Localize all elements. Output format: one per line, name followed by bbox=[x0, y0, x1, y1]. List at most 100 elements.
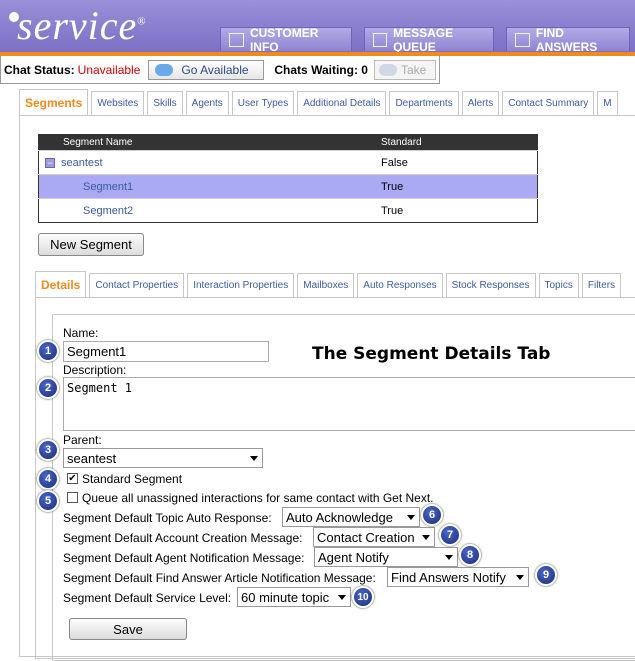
find-answer-notification-value: Find Answers Notify bbox=[391, 569, 506, 585]
segment-standard: False bbox=[381, 150, 538, 175]
account-creation-select[interactable]: Contact Creation bbox=[313, 527, 435, 547]
tab-contact-properties[interactable]: Contact Properties bbox=[89, 273, 185, 297]
tab-interaction-properties[interactable]: Interaction Properties bbox=[187, 273, 295, 297]
parent-label: Parent: bbox=[63, 433, 102, 447]
tab-alerts[interactable]: Alerts bbox=[461, 91, 500, 115]
callout-badge-9: 9 bbox=[535, 564, 557, 586]
callout-badge-2: 2 bbox=[37, 377, 59, 399]
queue-unassigned-label: Queue all unassigned interactions for sa… bbox=[82, 491, 434, 505]
iservice-logo: service® bbox=[17, 3, 147, 48]
topic-auto-response-label: Segment Default Topic Auto Response: bbox=[63, 511, 272, 525]
agent-notification-label: Segment Default Agent Notification Messa… bbox=[63, 551, 305, 565]
tab-additional-details[interactable]: Additional Details bbox=[297, 91, 387, 115]
description-textarea[interactable]: Segment 1 bbox=[63, 377, 635, 431]
nav-label: MESSAGE QUEUE bbox=[393, 25, 454, 54]
topic-auto-response-value: Auto Acknowledge bbox=[286, 509, 393, 525]
callout-badge-8: 8 bbox=[459, 544, 481, 566]
table-row[interactable]: − seantest False bbox=[38, 150, 538, 175]
nav-label: FIND ANSWERS bbox=[535, 25, 598, 54]
tab-contact-summary[interactable]: Contact Summary bbox=[502, 91, 595, 115]
callout-badge-4: 4 bbox=[37, 468, 59, 490]
callout-badge-10: 10 bbox=[352, 586, 374, 608]
parent-select[interactable]: seantest bbox=[63, 448, 263, 468]
chat-status-label: Chat Status: bbox=[4, 62, 75, 77]
chevron-down-icon bbox=[516, 575, 524, 580]
chevron-down-icon bbox=[407, 515, 415, 520]
tab-user-types[interactable]: User Types bbox=[231, 91, 295, 115]
account-creation-label: Segment Default Account Creation Message… bbox=[63, 531, 303, 545]
agent-notification-value: Agent Notify bbox=[318, 549, 389, 565]
chat-bubble-icon bbox=[155, 63, 174, 76]
tab-details[interactable]: Details bbox=[35, 271, 87, 297]
table-row[interactable]: Segment2 True bbox=[38, 198, 538, 223]
col-standard: Standard bbox=[381, 134, 538, 151]
details-title: The Segment Details Tab bbox=[312, 344, 551, 364]
tab-agents[interactable]: Agents bbox=[185, 91, 229, 115]
find-answer-notification-select[interactable]: Find Answers Notify bbox=[387, 567, 529, 587]
tab-more[interactable]: M bbox=[597, 91, 618, 115]
chevron-down-icon bbox=[445, 555, 453, 560]
queue-unassigned-checkbox[interactable] bbox=[67, 492, 78, 503]
standard-segment-checkbox[interactable]: ✔ bbox=[67, 473, 78, 484]
tab-websites[interactable]: Websites bbox=[91, 91, 145, 115]
document-stack-icon bbox=[373, 32, 388, 47]
take-label: Take bbox=[400, 62, 427, 77]
chevron-down-icon bbox=[422, 535, 430, 540]
name-label: Name: bbox=[63, 326, 99, 340]
segment-standard: True bbox=[381, 198, 538, 223]
parent-value: seantest bbox=[67, 450, 117, 466]
topic-auto-response-select[interactable]: Auto Acknowledge bbox=[282, 507, 420, 527]
chevron-down-icon bbox=[338, 595, 346, 600]
tab-auto-responses[interactable]: Auto Responses bbox=[357, 273, 443, 297]
account-creation-value: Contact Creation bbox=[317, 529, 415, 545]
service-level-value: 60 minute topic bbox=[241, 589, 330, 605]
collapse-icon[interactable]: − bbox=[45, 157, 55, 168]
chat-status-value: Unavailable bbox=[77, 62, 141, 77]
tab-departments[interactable]: Departments bbox=[389, 91, 459, 115]
callout-badge-7: 7 bbox=[439, 524, 461, 546]
segment-name: Segment1 bbox=[83, 180, 134, 193]
go-available-button[interactable]: Go Available bbox=[148, 59, 265, 80]
detail-tab-bar: Details Contact Properties Interaction P… bbox=[35, 271, 624, 297]
top-tab-bar: Segments Websites Skills Agents User Typ… bbox=[19, 89, 621, 115]
chevron-down-icon bbox=[250, 456, 258, 461]
callout-badge-6: 6 bbox=[421, 504, 443, 526]
agent-notification-select[interactable]: Agent Notify bbox=[314, 547, 458, 567]
service-level-select[interactable]: 60 minute topic bbox=[237, 587, 351, 607]
standard-segment-label: Standard Segment bbox=[82, 472, 183, 486]
chats-waiting: Chats Waiting: 0 bbox=[274, 62, 368, 77]
callout-badge-3: 3 bbox=[37, 439, 59, 461]
find-answer-notification-label: Segment Default Find Answer Article Noti… bbox=[63, 571, 376, 585]
segment-name: Segment2 bbox=[83, 204, 134, 217]
book-icon bbox=[515, 32, 530, 47]
nav-label: CUSTOMER INFO bbox=[249, 25, 319, 54]
take-button[interactable]: Take bbox=[373, 59, 436, 80]
tab-stock-responses[interactable]: Stock Responses bbox=[445, 273, 536, 297]
nav-customer-info[interactable]: CUSTOMER INFO bbox=[220, 25, 352, 54]
users-icon bbox=[229, 32, 244, 47]
callout-badge-5: 5 bbox=[37, 490, 59, 512]
tab-filters[interactable]: Filters bbox=[581, 273, 622, 297]
nav-message-queue[interactable]: MESSAGE QUEUE bbox=[364, 25, 494, 54]
service-level-label: Segment Default Service Level: bbox=[63, 591, 232, 605]
tab-mailboxes[interactable]: Mailboxes bbox=[297, 273, 355, 297]
description-label: Description: bbox=[63, 363, 127, 377]
tab-segments[interactable]: Segments bbox=[19, 89, 89, 115]
app-header: service® CUSTOMER INFO MESSAGE QUEUE FIN… bbox=[0, 0, 635, 54]
table-header-row: Segment Name Standard bbox=[38, 134, 538, 151]
tab-topics[interactable]: Topics bbox=[538, 273, 579, 297]
callout-badge-1: 1 bbox=[37, 340, 59, 362]
name-input[interactable]: Segment1 bbox=[63, 341, 269, 362]
table-row[interactable]: Segment1 True bbox=[38, 174, 538, 199]
col-segment-name: Segment Name bbox=[38, 134, 381, 151]
tab-skills[interactable]: Skills bbox=[147, 91, 183, 115]
nav-find-answers[interactable]: FIND ANSWERS bbox=[506, 25, 630, 54]
chat-bubble-icon bbox=[378, 63, 397, 76]
save-button[interactable]: Save bbox=[69, 618, 187, 640]
go-available-label: Go Available bbox=[181, 62, 249, 77]
segment-name: seantest bbox=[61, 156, 103, 169]
segment-standard: True bbox=[381, 174, 538, 199]
segments-table: Segment Name Standard − seantest False Se… bbox=[38, 134, 538, 223]
chat-status-bar: Chat Status: Unavailable Go Available Ch… bbox=[0, 56, 440, 84]
new-segment-button[interactable]: New Segment bbox=[38, 233, 144, 256]
